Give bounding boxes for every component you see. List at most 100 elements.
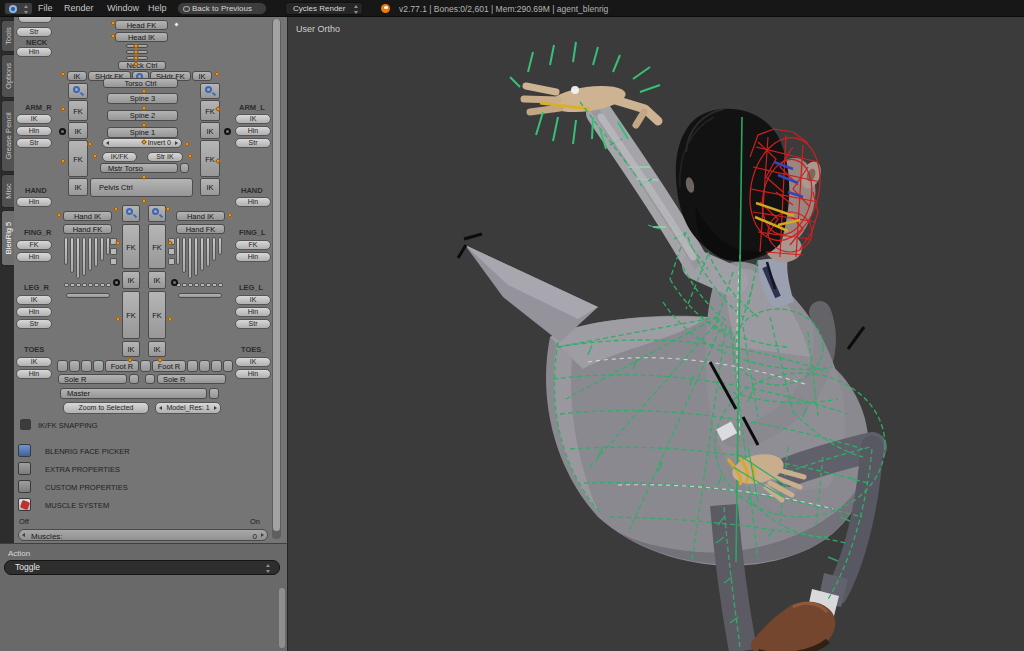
viewport-3d[interactable]: User Ortho (288, 17, 1024, 651)
picker-bone-dot[interactable] (187, 153, 193, 159)
picker-bone-dot[interactable] (167, 316, 173, 322)
back-to-previous-button[interactable]: Back to Previous (177, 2, 267, 15)
arm-l-hin-pill[interactable]: Hin (235, 126, 271, 136)
hand-fk-r-button[interactable]: Hand FK (63, 224, 112, 234)
str-ik-pill[interactable]: Str IK (147, 152, 183, 162)
menu-window[interactable]: Window (107, 3, 139, 13)
finger-option-cell[interactable] (110, 248, 117, 255)
arm-l-str-pill[interactable]: Str (235, 138, 271, 148)
finger-bar[interactable] (182, 237, 186, 273)
picker-bone-dot[interactable] (115, 316, 121, 322)
finger-bar[interactable] (194, 237, 198, 276)
leg-r-ik-pill[interactable]: IK (16, 295, 52, 305)
leg-r-hin-pill[interactable]: Hin (16, 307, 52, 317)
picker-bone-dot[interactable] (184, 141, 190, 147)
foot-cell[interactable] (81, 360, 92, 372)
hand-fk-l-button[interactable]: Hand FK (176, 224, 225, 234)
finger-bar[interactable] (100, 237, 104, 261)
shoulder-ik-l-button[interactable]: IK (192, 71, 212, 81)
finger-tip[interactable] (88, 283, 93, 287)
finger-tip[interactable] (194, 283, 199, 287)
arm-r-col-ik1[interactable]: IK (68, 122, 88, 139)
fing-r-fk-pill[interactable]: FK (16, 240, 52, 250)
arm-l-ik-pill[interactable]: IK (235, 114, 271, 124)
finger-option-cell[interactable] (168, 248, 175, 255)
picker-bone-dot[interactable] (165, 206, 171, 212)
sole-r-cap[interactable] (129, 374, 139, 384)
finger-bar[interactable] (206, 237, 210, 267)
finger-bar[interactable] (76, 237, 80, 279)
finger-tip[interactable] (82, 283, 87, 287)
finger-tip[interactable] (100, 283, 105, 287)
finger-bar[interactable] (88, 237, 92, 271)
sole-l-button[interactable]: Sole R (157, 374, 226, 384)
finger-tip[interactable] (182, 283, 187, 287)
finger-bar[interactable] (218, 237, 222, 255)
arm-r-hin-pill[interactable]: Hin (16, 126, 52, 136)
arm-l-col-ik2[interactable]: IK (200, 178, 220, 196)
leg-r-col-top[interactable] (122, 205, 140, 222)
master-button[interactable]: Master (60, 388, 207, 399)
leg-r-col-ik1[interactable]: IK (122, 271, 140, 289)
finger-bar[interactable] (82, 237, 86, 276)
hand-l-hin-pill[interactable]: Hin (235, 197, 271, 207)
master-cap[interactable] (209, 388, 219, 399)
muscle-system-label[interactable]: MUSCLE SYSTEM (45, 501, 109, 510)
picker-bone-dot[interactable] (87, 141, 93, 147)
leg-r-str-pill[interactable]: Str (16, 319, 52, 329)
foot-cell[interactable] (187, 360, 198, 372)
torso-ctrl-button[interactable]: Torso Ctrl (103, 78, 178, 88)
picker-bone-dot[interactable] (141, 198, 147, 204)
menu-file[interactable]: File (38, 3, 53, 13)
spine1-button[interactable]: Spine 1 (107, 127, 178, 138)
picker-pill-clipped[interactable] (18, 17, 52, 23)
finger-tip[interactable] (218, 283, 223, 287)
finger-bar[interactable] (64, 237, 68, 265)
finger-tip[interactable] (200, 283, 205, 287)
face-picker-label[interactable]: BLENRIG FACE PICKER (45, 447, 130, 456)
neck-ctrl-button[interactable]: Neck Ctrl (118, 61, 166, 70)
leg-l-col-ik2[interactable]: IK (148, 341, 166, 357)
picker-bone-dot[interactable] (227, 212, 233, 218)
arm-l-col-top[interactable] (200, 83, 220, 99)
arm-r-col-top[interactable] (68, 83, 88, 99)
arm-r-ik-pill[interactable]: IK (16, 114, 52, 124)
leg-l-col-ik1[interactable]: IK (148, 271, 166, 289)
finger-option-cell[interactable] (168, 258, 175, 265)
finger-tip[interactable] (106, 283, 111, 287)
arm-r-col-fk2[interactable]: FK (68, 140, 88, 177)
foot-cell[interactable] (223, 360, 233, 372)
finger-tip[interactable] (188, 283, 193, 287)
zoom-to-selected-button[interactable]: Zoom to Selected (63, 402, 149, 414)
leg-r-col-ik2[interactable]: IK (122, 341, 140, 357)
mstr-torso-button[interactable]: Mstr Torso (100, 163, 178, 173)
extra-properties-icon[interactable] (18, 462, 31, 475)
finger-bar-l[interactable] (178, 293, 222, 298)
finger-bar-r[interactable] (66, 293, 110, 298)
picker-bone-dot[interactable] (60, 158, 66, 164)
neck-str-pill[interactable]: Str (16, 27, 52, 37)
model-res-select[interactable]: Model_Res: 1 (155, 402, 221, 414)
muscles-slider[interactable]: Muscles: 0 (18, 529, 268, 541)
tab-grease-pencil[interactable]: Grease Pencil (1, 100, 14, 172)
picker-bone-dot[interactable] (113, 206, 119, 212)
foot-cell[interactable] (140, 360, 151, 372)
action-dropdown[interactable]: Toggle (4, 560, 280, 575)
leg-l-str-pill[interactable]: Str (235, 319, 271, 329)
picker-knob[interactable] (59, 128, 66, 135)
foot-cell[interactable] (211, 360, 222, 372)
picker-knob[interactable] (113, 279, 120, 286)
menu-render[interactable]: Render (64, 3, 94, 13)
muscle-system-icon[interactable] (18, 498, 31, 511)
toes-l-hin-pill[interactable]: Hin (235, 369, 271, 379)
leg-l-ik-pill[interactable]: IK (235, 295, 271, 305)
foot-cell[interactable] (93, 360, 104, 372)
finger-bar[interactable] (212, 237, 216, 261)
foot-cell[interactable] (57, 360, 68, 372)
ikfk-pill[interactable]: IK/FK (102, 152, 137, 162)
head-fk-button[interactable]: Head FK (115, 20, 168, 30)
foot-l-button[interactable]: Foot R (152, 360, 186, 372)
finger-tip[interactable] (70, 283, 75, 287)
fing-r-hin-pill[interactable]: Hin (16, 252, 52, 262)
picker-bone-dot[interactable] (60, 106, 66, 112)
